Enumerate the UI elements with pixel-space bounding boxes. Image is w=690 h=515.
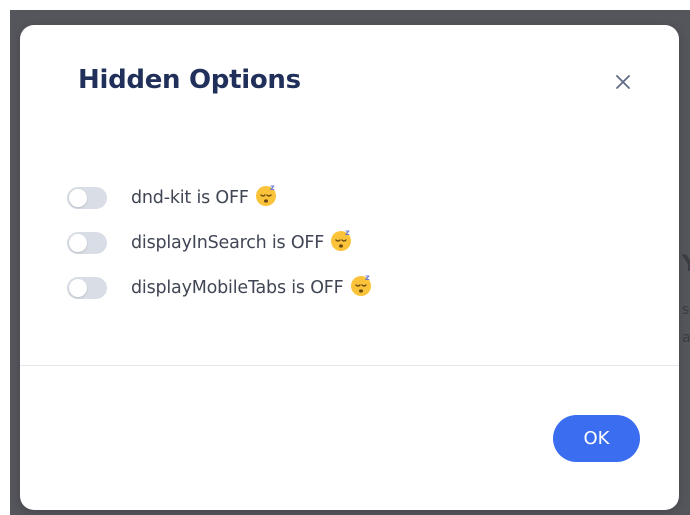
display-in-search-toggle[interactable] [67,231,107,254]
close-button[interactable] [612,71,634,93]
dialog-title: Hidden Options [78,65,301,95]
option-label: dnd-kit is OFF [131,187,249,208]
display-mobile-tabs-toggle[interactable] [67,276,107,299]
close-icon [616,75,630,89]
option-row-display-mobile-tabs: displayMobileTabs is OFF z [67,265,627,310]
toggle-knob [69,188,87,207]
toggle-knob [69,278,87,297]
footer-divider [20,365,679,366]
option-label: displayMobileTabs is OFF [131,277,344,298]
sleeping-face-icon: z [330,228,354,257]
dnd-kit-toggle[interactable] [67,186,107,209]
option-row-display-in-search: displayInSearch is OFF z [67,220,627,265]
background-text-fragment: s [682,302,690,318]
option-row-dnd-kit: dnd-kit is OFF z [67,175,627,220]
option-label: displayInSearch is OFF [131,232,325,253]
svg-text:z: z [345,228,350,237]
background-text-fragment: a [682,330,690,346]
hidden-options-dialog: Hidden Options dnd-kit is OFF z displayI… [20,25,679,510]
toggle-knob [69,233,87,252]
background-heading-fragment: Y [682,252,690,277]
svg-text:z: z [270,183,275,192]
svg-text:z: z [365,273,370,282]
options-list: dnd-kit is OFF z displayInSearch is OFF [67,175,627,310]
sleeping-face-icon: z [350,273,374,302]
sleeping-face-icon: z [255,183,279,212]
ok-button[interactable]: OK [553,415,640,462]
